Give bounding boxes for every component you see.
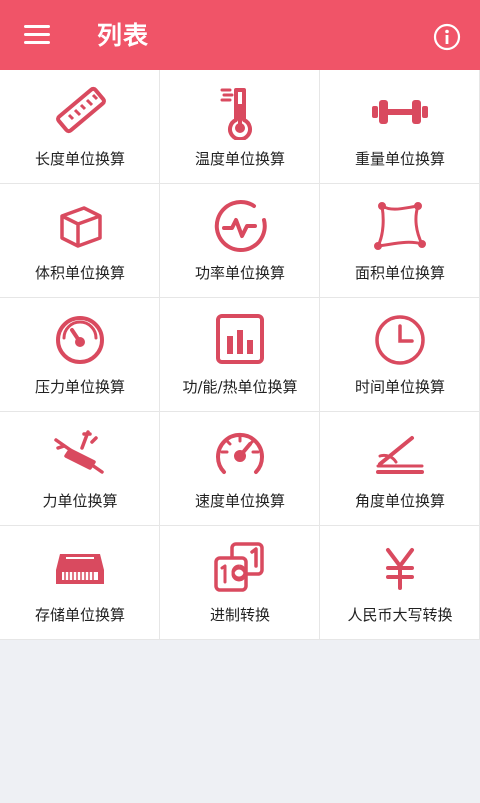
grid-item-angle[interactable]: 角度单位换算 [320,412,480,526]
bar-chart-icon [210,312,270,368]
yuan-icon [370,540,430,596]
power-pulse-icon [210,198,270,254]
grid-item-storage[interactable]: 存储单位换算 [0,526,160,640]
thermometer-icon [210,84,270,142]
grid-item-label: 长度单位换算 [34,150,125,168]
grid-item-volume[interactable]: 体积单位换算 [0,184,160,298]
grid-item-label: 人民币大写转换 [347,606,453,624]
grid-item-label: 进制转换 [209,606,270,624]
grid-item-label: 力单位换算 [42,492,118,510]
grid-item-energy[interactable]: 功/能/热单位换算 [160,298,320,412]
app-bar: 列表 [0,0,480,70]
grid-item-label: 压力单位换算 [34,378,125,396]
grid-item-label: 存储单位换算 [34,606,125,624]
pressure-gauge-icon [50,312,110,368]
angle-icon [370,426,430,482]
grid-item-label: 时间单位换算 [354,378,445,396]
grid-item-label: 功率单位换算 [194,264,285,282]
grid-item-label: 面积单位换算 [354,264,445,282]
grid-item-label: 体积单位换算 [34,264,125,282]
area-shape-icon [370,198,430,254]
grid-item-label: 角度单位换算 [354,492,445,510]
speedometer-icon [210,426,270,482]
bottom-nav-list-icon[interactable] [112,796,144,803]
ruler-icon [50,84,110,140]
page-title: 列表 [97,21,150,50]
cube-icon [50,198,110,254]
grid-item-area[interactable]: 面积单位换算 [320,184,480,298]
bottom-nav-user-icon[interactable] [343,799,357,803]
grid-item-speed[interactable]: 速度单位换算 [160,412,320,526]
grid-item-label: 温度单位换算 [194,150,285,168]
grid-item-length[interactable]: 长度单位换算 [0,70,160,184]
grid-item-weight[interactable]: 重量单位换算 [320,70,480,184]
grid-item-number-base[interactable]: 进制转换 [160,526,320,640]
hamburger-menu-icon[interactable] [18,22,58,50]
force-icon [50,426,110,482]
grid-item-power[interactable]: 功率单位换算 [160,184,320,298]
info-icon[interactable] [432,22,462,52]
number-base-icon [210,540,270,596]
grid-item-time[interactable]: 时间单位换算 [320,298,480,412]
converter-grid: 长度单位换算 温度单位换算 重量单位换算 体积单位换算 功率单位换算 面积单位换… [0,70,480,640]
grid-item-pressure[interactable]: 压力单位换算 [0,298,160,412]
dumbbell-icon [370,84,430,140]
grid-item-force[interactable]: 力单位换算 [0,412,160,526]
memory-chip-icon [50,540,110,596]
grid-item-rmb-uppercase[interactable]: 人民币大写转换 [320,526,480,640]
grid-item-temperature[interactable]: 温度单位换算 [160,70,320,184]
grid-item-label: 重量单位换算 [354,150,445,168]
grid-item-label: 功/能/热单位换算 [182,378,298,396]
grid-item-label: 速度单位换算 [194,492,285,510]
clock-icon [370,312,430,368]
